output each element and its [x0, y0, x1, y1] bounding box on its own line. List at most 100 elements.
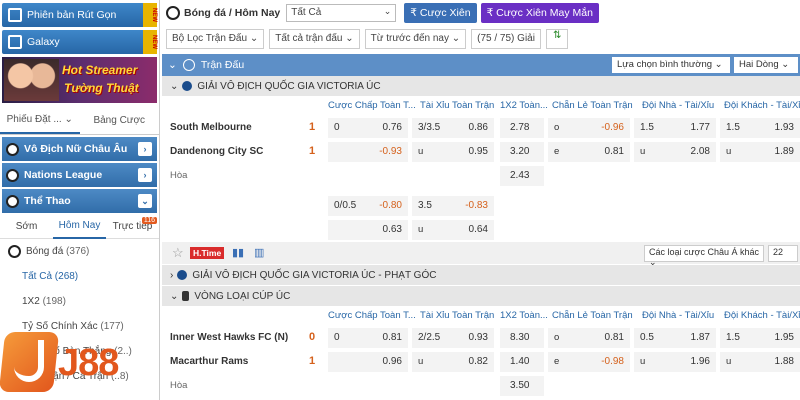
- logo-j-mark: [14, 340, 44, 382]
- chevron-down-icon: ⌄: [714, 59, 723, 70]
- odds-cell[interactable]: e 0.81: [548, 142, 630, 162]
- tab-live[interactable]: Trực tiếp 116: [106, 217, 159, 232]
- odds-cell[interactable]: 0/0.5 -0.80: [328, 196, 408, 216]
- hot-streamer-banner[interactable]: Hot Streamer Tường Thuật: [2, 57, 157, 103]
- odds-cell[interactable]: 1.5 1.95: [720, 328, 800, 348]
- odds-value: 0.93: [468, 332, 488, 343]
- odds-cell[interactable]: 1.5 1.93: [720, 118, 800, 138]
- more-count-select[interactable]: 22: [768, 245, 798, 262]
- odds-value: 0.81: [382, 332, 402, 343]
- row-mode-label: Hai Dòng: [739, 59, 779, 70]
- tab-today[interactable]: Hôm Nay: [53, 215, 106, 239]
- odds-value: 1.95: [774, 332, 794, 343]
- odds-line: 1.5: [640, 122, 654, 133]
- star-icon[interactable]: ☆: [172, 245, 184, 261]
- odds-cell[interactable]: 8.30: [500, 328, 544, 348]
- column-headers: Cược Chấp Toàn T... Tài Xỉu Toàn Trận 1X…: [162, 306, 800, 326]
- odds-cell[interactable]: 3.50: [500, 376, 544, 396]
- lucky-parlay-label: Cược Xiên May Mắn: [496, 7, 593, 19]
- clock-icon: [182, 59, 195, 71]
- odds-value: 0.96: [382, 356, 402, 367]
- list-item-count: (268): [54, 271, 79, 282]
- league-count[interactable]: (75 / 75) Giải: [471, 29, 541, 49]
- chevron-down-icon: ⌄: [138, 194, 152, 208]
- odds-line: 3.5: [418, 200, 432, 211]
- odds-value: 1.40: [510, 356, 530, 367]
- odds-cell[interactable]: u 2.08: [634, 142, 716, 162]
- list-item-count: (198): [42, 296, 66, 307]
- chart-icon[interactable]: ▥: [254, 246, 264, 259]
- sort-filter[interactable]: Từ trước đến nay ⌄: [364, 29, 467, 49]
- table-row: 0/0.5 -0.80 3.5 -0.83: [162, 194, 800, 218]
- other-bet-types-select[interactable]: Các loại cược Châu Á khác ⌄: [644, 245, 764, 267]
- odds-cell[interactable]: e -0.98: [548, 352, 630, 372]
- chevron-down-icon: ⌄: [170, 290, 179, 302]
- odds-cell[interactable]: 2.43: [500, 166, 544, 186]
- odds-cell[interactable]: 3.20: [500, 142, 544, 162]
- league-flag-icon: [182, 81, 193, 91]
- row-mode-select[interactable]: Hai Dòng ⌄: [734, 57, 798, 73]
- away-score: 1: [309, 145, 316, 157]
- odds-cell[interactable]: 3/3.5 0.86: [412, 118, 494, 138]
- parlay-button[interactable]: ₹ Cược Xiên: [404, 3, 477, 23]
- odds-cell[interactable]: 0.96: [328, 352, 408, 372]
- odds-cell[interactable]: 0.63: [328, 220, 408, 240]
- league-filter[interactable]: Bộ Lọc Trận Đấu ⌄: [166, 29, 265, 49]
- chevron-down-icon: ⌄: [345, 33, 354, 44]
- odds-cell[interactable]: 2.78: [500, 118, 544, 138]
- other-bet-types-label: Các loại cược Châu Á khác: [649, 247, 759, 257]
- list-item[interactable]: Tất Cả (268): [0, 264, 159, 289]
- halftime-badge[interactable]: H.Time: [190, 247, 225, 259]
- draw-label: Hòa: [170, 170, 188, 181]
- column-header: Chẵn Lẻ Toàn Trận: [552, 310, 633, 321]
- section-nations-league[interactable]: Nations League ›: [2, 163, 157, 187]
- odds-cell[interactable]: o -0.96: [548, 118, 630, 138]
- stats-icon[interactable]: ▮▮: [232, 246, 244, 259]
- league-filter-label: Bộ Lọc Trận Đấu: [172, 33, 248, 44]
- tab-odds-table[interactable]: Bảng Cược: [80, 107, 160, 134]
- odds-line: 2/2.5: [418, 332, 441, 343]
- odds-cell[interactable]: 1.40: [500, 352, 544, 372]
- odds-cell[interactable]: u 0.64: [412, 220, 494, 240]
- filter-select[interactable]: Tất Cả ⌄: [286, 4, 397, 22]
- view-option-select[interactable]: Lựa chọn bình thường ⌄: [612, 57, 730, 73]
- sort-filter-label: Từ trước đến nay: [370, 33, 449, 44]
- league-row[interactable]: ⌄ GIẢI VÔ ĐỊCH QUỐC GIA VICTORIA ÚC: [162, 76, 800, 96]
- galaxy-button[interactable]: Galaxy NEW: [2, 30, 157, 54]
- football-icon: [8, 245, 21, 258]
- chevron-down-icon: ⌄: [383, 6, 392, 16]
- odds-cell[interactable]: u 1.96: [634, 352, 716, 372]
- list-item-label: 1X2: [22, 296, 40, 307]
- league-row[interactable]: › GIẢI VÔ ĐỊCH QUỐC GIA VICTORIA ÚC - PH…: [162, 265, 800, 285]
- sports-subtabs: Sớm Hôm Nay Trực tiếp 116: [0, 215, 159, 239]
- odds-cell[interactable]: u 1.89: [720, 142, 800, 162]
- tab-early[interactable]: Sớm: [0, 221, 53, 232]
- section-label: Nations League: [24, 169, 103, 181]
- odds-cell[interactable]: u 1.88: [720, 352, 800, 372]
- odds-cell[interactable]: 0 0.81: [328, 328, 408, 348]
- league-row[interactable]: ⌄ VÒNG LOẠI CÚP ÚC: [162, 286, 800, 306]
- match-filter[interactable]: Tất cả trận đấu ⌄: [269, 29, 360, 49]
- odds-cell[interactable]: 3.5 -0.83: [412, 196, 494, 216]
- odds-value: -0.83: [465, 200, 488, 211]
- table-row: Inner West Hawks FC (N) 0 0 0.81 2/2.5 0.9…: [162, 326, 800, 350]
- odds-value: 0.76: [382, 122, 402, 133]
- odds-cell[interactable]: 0.5 1.87: [634, 328, 716, 348]
- odds-cell[interactable]: o 0.81: [548, 328, 630, 348]
- sort-toggle[interactable]: ⇅: [545, 29, 569, 49]
- lucky-parlay-button[interactable]: ₹ Cược Xiên May Mắn: [480, 3, 599, 23]
- odds-cell[interactable]: 1.5 1.77: [634, 118, 716, 138]
- list-item[interactable]: 1X2 (198): [0, 289, 159, 314]
- odds-cell[interactable]: 0 0.76: [328, 118, 408, 138]
- compact-version-button[interactable]: Phiên bản Rút Gọn NEW: [2, 3, 157, 27]
- odds-cell[interactable]: 2/2.5 0.93: [412, 328, 494, 348]
- section-women-euro[interactable]: Vô Địch Nữ Châu Âu ›: [2, 137, 157, 161]
- tab-bet-slip[interactable]: Phiếu Đặt ... ⌄: [0, 107, 80, 134]
- odds-cell[interactable]: u 0.95: [412, 142, 494, 162]
- section-sports[interactable]: Thể Thao ⌄: [2, 189, 157, 213]
- tab-odds-label: Bảng Cược: [93, 115, 146, 126]
- odds-line: u: [726, 146, 732, 157]
- football-item[interactable]: Bóng đá (376): [0, 239, 159, 264]
- odds-cell[interactable]: u 0.82: [412, 352, 494, 372]
- odds-cell[interactable]: -0.93: [328, 142, 408, 162]
